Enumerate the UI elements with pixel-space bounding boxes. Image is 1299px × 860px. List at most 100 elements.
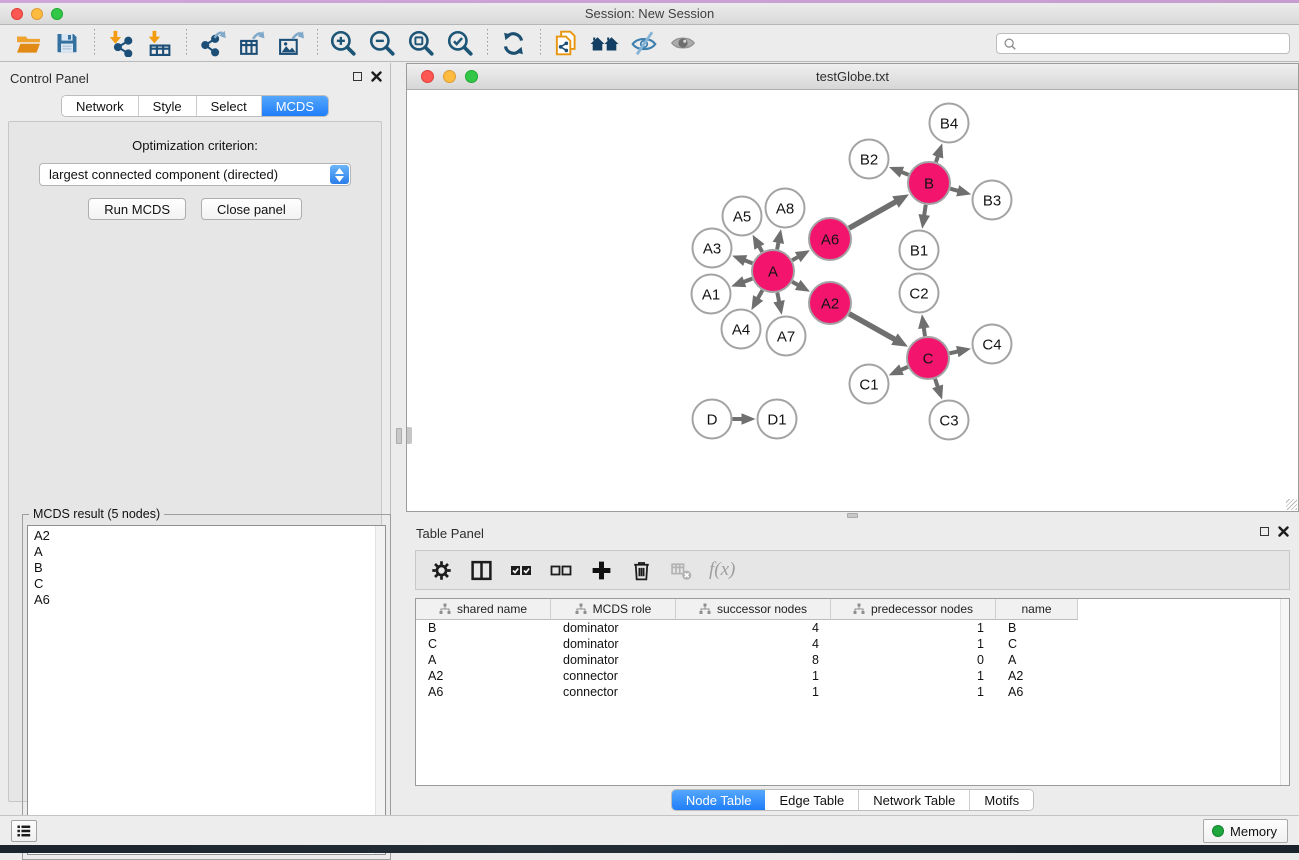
clone-network-icon[interactable] — [551, 28, 581, 58]
result-list-item[interactable]: B — [34, 560, 379, 576]
zoom-out-icon[interactable] — [367, 28, 397, 58]
column-type-icon — [439, 603, 451, 615]
close-panel-icon[interactable] — [371, 71, 382, 82]
graph-node-label: A5 — [733, 208, 751, 225]
control-panel-tabs: Network Style Select MCDS — [0, 95, 390, 117]
deselect-all-icon[interactable] — [549, 558, 573, 582]
result-list-item[interactable]: A2 — [34, 528, 379, 544]
tab-edge-table[interactable]: Edge Table — [765, 790, 859, 810]
tab-network[interactable]: Network — [62, 96, 139, 116]
tab-mcds[interactable]: MCDS — [262, 96, 328, 116]
mcds-result-list[interactable]: A2ABCA6 — [27, 525, 386, 855]
hide-glasses-icon[interactable] — [629, 28, 659, 58]
toolbar-separator — [317, 29, 318, 57]
table-row[interactable]: A6connector11A6 — [416, 684, 1289, 700]
table-cell: 1 — [831, 637, 996, 651]
graph-edge[interactable] — [849, 199, 901, 229]
export-network-icon[interactable] — [197, 28, 227, 58]
table-row[interactable]: Bdominator41B — [416, 620, 1289, 636]
search-field[interactable] — [996, 33, 1290, 54]
import-network-icon[interactable] — [105, 28, 135, 58]
delete-column-icon[interactable] — [629, 558, 653, 582]
toolbar-separator — [186, 29, 187, 57]
settings-gear-icon[interactable] — [429, 558, 453, 582]
split-divider-vertical[interactable] — [392, 63, 406, 815]
graph-edge-arrowhead — [956, 185, 971, 196]
graph-edge-arrowhead — [742, 413, 756, 425]
split-handle[interactable] — [396, 428, 402, 444]
network-window-title: testGlobe.txt — [407, 69, 1298, 84]
status-bar: Memory — [0, 815, 1299, 845]
canvas-scroll-stub[interactable] — [407, 427, 412, 444]
column-header-predecessor-nodes[interactable]: predecessor nodes — [831, 599, 996, 620]
column-header-MCDS-role[interactable]: MCDS role — [551, 599, 676, 620]
graph-edge[interactable] — [849, 314, 900, 343]
table-cell: 1 — [831, 621, 996, 635]
table-cell: C — [996, 637, 1078, 651]
column-header-shared-name[interactable]: shared name — [416, 599, 551, 620]
graph-node-label: C4 — [982, 336, 1001, 353]
table-tabs: Node Table Edge Table Network Table Moti… — [406, 789, 1299, 811]
graph-edge-arrowhead — [918, 314, 929, 329]
save-session-icon[interactable] — [52, 28, 82, 58]
memory-button[interactable]: Memory — [1203, 819, 1288, 843]
toolbar-separator — [94, 29, 95, 57]
close-panel-icon[interactable] — [1278, 526, 1289, 537]
table-panel-title: Table Panel — [416, 526, 484, 541]
column-header-name[interactable]: name — [996, 599, 1078, 620]
task-history-button[interactable] — [11, 820, 37, 842]
table-cell: 0 — [831, 653, 996, 667]
table-cell: B — [996, 621, 1078, 635]
tab-network-table[interactable]: Network Table — [859, 790, 970, 810]
table-row[interactable]: Cdominator41C — [416, 636, 1289, 652]
table-row[interactable]: A2connector11A2 — [416, 668, 1289, 684]
home-icon[interactable] — [590, 28, 620, 58]
graph-edge-arrowhead — [956, 346, 971, 357]
table-cell: A6 — [996, 685, 1078, 699]
result-list-item[interactable]: C — [34, 576, 379, 592]
select-all-icon[interactable] — [509, 558, 533, 582]
open-session-icon[interactable] — [13, 28, 43, 58]
export-table-icon[interactable] — [236, 28, 266, 58]
close-panel-button[interactable]: Close panel — [201, 198, 302, 220]
graph-node-label: B — [924, 175, 934, 192]
graph-node-label: A1 — [702, 286, 720, 303]
column-header-successor-nodes[interactable]: successor nodes — [676, 599, 831, 620]
table-cell: dominator — [551, 621, 676, 635]
result-list-item[interactable]: A6 — [34, 592, 379, 608]
criterion-select[interactable]: largest connected component (directed) — [39, 163, 351, 186]
tab-motifs[interactable]: Motifs — [970, 790, 1033, 810]
result-list-scrollbar[interactable] — [375, 526, 385, 854]
window-resize-grip[interactable] — [1286, 499, 1297, 510]
zoom-selected-icon[interactable] — [445, 28, 475, 58]
table-panel-header: Table Panel — [406, 518, 1299, 546]
refresh-layout-icon[interactable] — [498, 28, 528, 58]
run-mcds-button[interactable]: Run MCDS — [88, 198, 186, 220]
float-panel-icon[interactable] — [1260, 527, 1269, 536]
graph-node-label: D1 — [767, 411, 786, 428]
tab-node-table[interactable]: Node Table — [672, 790, 766, 810]
show-eye-icon[interactable] — [668, 28, 698, 58]
graph-node-label: D — [707, 411, 718, 428]
tab-style[interactable]: Style — [139, 96, 197, 116]
export-image-icon[interactable] — [275, 28, 305, 58]
table-row[interactable]: Adominator80A — [416, 652, 1289, 668]
graph-node-label: A7 — [777, 328, 795, 345]
table-cell: connector — [551, 669, 676, 683]
float-panel-icon[interactable] — [353, 72, 362, 81]
result-list-item[interactable]: A — [34, 544, 379, 560]
control-panel-title: Control Panel — [10, 71, 89, 86]
search-input[interactable] — [1021, 37, 1289, 51]
graph-node-label: C1 — [859, 376, 878, 393]
zoom-fit-icon[interactable] — [406, 28, 436, 58]
add-column-icon[interactable] — [589, 558, 613, 582]
graph-node-label: C3 — [939, 412, 958, 429]
list-icon — [16, 823, 32, 839]
graph-node-label: A2 — [821, 295, 839, 312]
zoom-in-icon[interactable] — [328, 28, 358, 58]
import-table-icon[interactable] — [144, 28, 174, 58]
table-scrollbar[interactable] — [1280, 599, 1289, 785]
column-panel-icon[interactable] — [469, 558, 493, 582]
tab-select[interactable]: Select — [197, 96, 262, 116]
network-canvas[interactable]: B4B2BB3A8A5A6A3B1AC2A1A2A4A7C4CC1C3DD1 — [407, 90, 1298, 511]
